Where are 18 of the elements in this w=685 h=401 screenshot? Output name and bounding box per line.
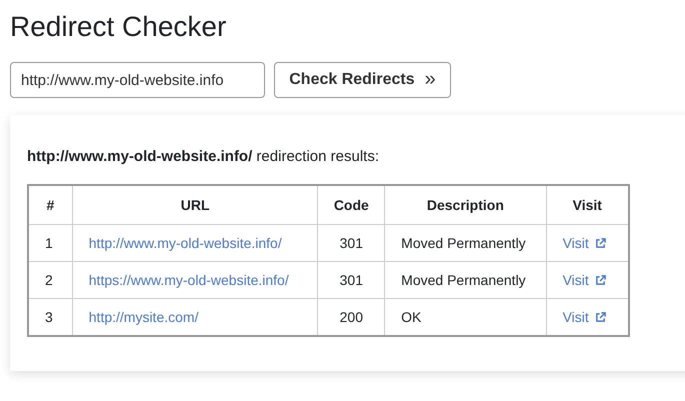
external-link-icon <box>594 312 606 322</box>
results-heading: http://www.my-old-website.info/ redirection results: <box>27 148 380 165</box>
check-redirects-button[interactable]: Check Redirects » <box>274 62 451 98</box>
external-link-icon <box>594 274 606 286</box>
column-header: # <box>28 185 72 224</box>
external-link-icon <box>594 238 606 248</box>
table-cell: Moved Permanently <box>384 262 546 298</box>
page-title: Redirect Checker <box>10 10 228 44</box>
table-cell: 301 <box>318 262 385 298</box>
column-header: URL <box>72 185 318 224</box>
column-header: Code <box>318 185 385 224</box>
table-cell: 1 <box>28 224 72 262</box>
column-header: Description <box>384 185 546 224</box>
table-cell: 301 <box>318 224 385 262</box>
url-field[interactable]: http://www.my-old-website.info <box>10 62 265 98</box>
url-link[interactable]: http://mysite.com/ <box>88 309 198 325</box>
table-cell: Moved Permanently <box>384 224 546 262</box>
table-cell: 2 <box>28 262 72 298</box>
